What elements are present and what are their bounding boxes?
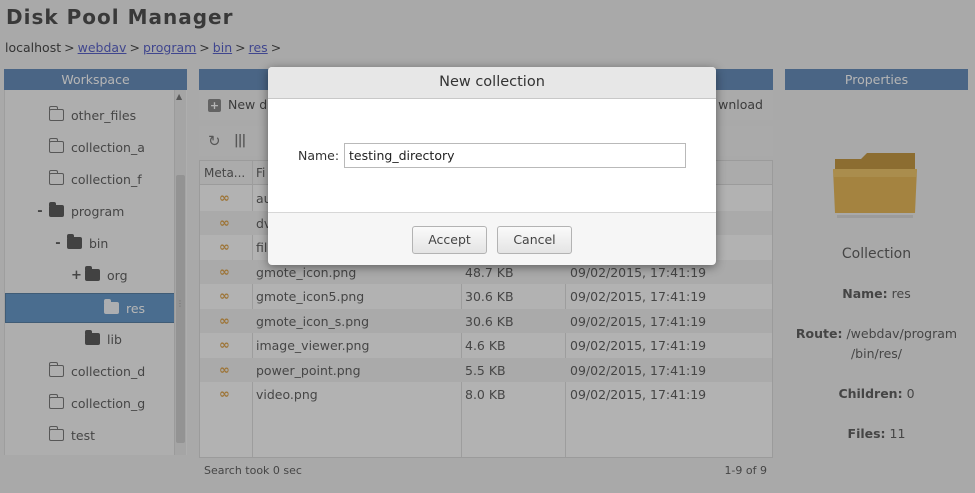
dialog-title: New collection (268, 67, 716, 99)
collection-name-input[interactable] (344, 143, 686, 168)
name-label: Name: (298, 148, 340, 163)
accept-button[interactable]: Accept (412, 226, 487, 254)
new-collection-dialog: New collection Name: Accept Cancel (268, 67, 716, 265)
dialog-body: Name: (268, 99, 716, 213)
cancel-button[interactable]: Cancel (497, 226, 572, 254)
